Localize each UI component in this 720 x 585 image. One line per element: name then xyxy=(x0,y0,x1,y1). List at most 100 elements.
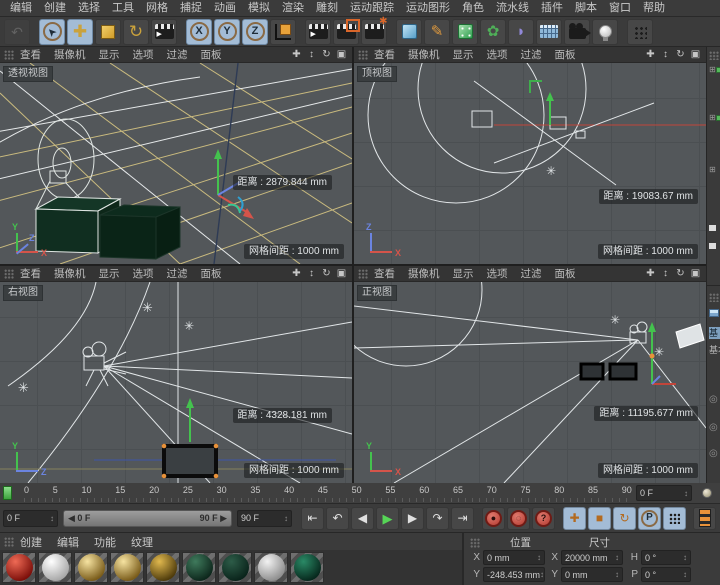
render-view-button[interactable] xyxy=(305,19,331,45)
menu-item[interactable]: 运动图形 xyxy=(400,0,456,16)
panel-handle-icon[interactable] xyxy=(709,51,719,60)
menu-item[interactable]: 角色 xyxy=(456,0,490,16)
material-menu-item[interactable]: 功能 xyxy=(94,534,116,550)
material-menu-item[interactable]: 编辑 xyxy=(57,534,79,550)
record-rotation-toggle[interactable]: ↻ xyxy=(613,507,636,530)
viewport-canvas-front[interactable]: ✳ ✳ 正视图 距离 : 11195.677 mm 网格间距 : 1000 mm… xyxy=(354,282,706,483)
attribute-tab-basic-secondary[interactable]: 基本 xyxy=(709,345,720,355)
stepper-icon[interactable]: ↕ xyxy=(540,570,544,579)
radio-icon[interactable]: ◎ xyxy=(709,395,718,405)
coordinate-size-field[interactable]: 0 mm↕ xyxy=(561,567,623,582)
toggle-view-icon[interactable]: ▣ xyxy=(689,267,702,281)
move-tool-button[interactable]: ✚ xyxy=(67,19,93,45)
timeline-knob-icon[interactable] xyxy=(702,488,712,498)
stepper-icon[interactable]: ↕ xyxy=(684,489,688,498)
radio-icon[interactable]: ◎ xyxy=(709,423,718,433)
material-gold[interactable] xyxy=(146,552,180,583)
menu-item[interactable]: 流水线 xyxy=(490,0,535,16)
material-white[interactable] xyxy=(38,552,72,583)
viewport-menu-item[interactable]: 摄像机 xyxy=(408,47,440,62)
next-key-button[interactable]: ↷ xyxy=(426,507,449,530)
record-options-button[interactable]: ? xyxy=(532,507,555,530)
menu-item[interactable]: 插件 xyxy=(535,0,569,16)
viewport-menu-item[interactable]: 面板 xyxy=(555,47,576,62)
stepper-icon[interactable]: ↕ xyxy=(683,553,687,562)
viewport-menu-item[interactable]: 面板 xyxy=(201,266,222,281)
viewport-menu-item[interactable]: 过滤 xyxy=(521,47,542,62)
pan-view-icon[interactable]: ✚ xyxy=(644,267,657,281)
toggle-view-icon[interactable]: ▣ xyxy=(335,267,348,281)
render-picture-viewer-button[interactable] xyxy=(333,19,359,45)
viewport-canvas-top[interactable]: ✳ 顶视图 距离 : 19083.67 mm 网格间距 : 1000 mm ZX xyxy=(354,63,706,264)
panel-handle-icon[interactable] xyxy=(4,269,14,279)
viewport-canvas-right[interactable]: ✳ ✳ ✳ 右视图 距离 : 4328.181 mm 网格间距 : 1000 m… xyxy=(0,282,352,483)
viewport-menu-item[interactable]: 摄像机 xyxy=(54,266,86,281)
previous-frame-button[interactable]: ◀ xyxy=(351,507,374,530)
material-menu-item[interactable]: 创建 xyxy=(20,534,42,550)
next-frame-button[interactable]: ▶ xyxy=(401,507,424,530)
stepper-icon[interactable]: ↕ xyxy=(537,553,541,562)
menu-item[interactable]: 选择 xyxy=(72,0,106,16)
rotate-view-icon[interactable]: ↻ xyxy=(674,267,687,281)
play-button[interactable]: ▶ xyxy=(376,507,399,530)
menu-item[interactable]: 创建 xyxy=(38,0,72,16)
material-silver[interactable] xyxy=(254,552,288,583)
coordinate-size-field[interactable]: 20000 mm↕ xyxy=(561,550,623,565)
primitive-cube-button[interactable] xyxy=(396,19,422,45)
menu-item[interactable]: 渲染 xyxy=(276,0,310,16)
menu-item[interactable]: 捕捉 xyxy=(174,0,208,16)
pan-view-icon[interactable]: ✚ xyxy=(290,267,303,281)
viewport-menu-item[interactable]: 选项 xyxy=(487,266,508,281)
menu-item[interactable]: 动画 xyxy=(208,0,242,16)
range-right-arrow-icon[interactable]: ▶ xyxy=(218,513,227,523)
viewport-menu-item[interactable]: 摄像机 xyxy=(54,47,86,62)
coordinate-pos-field[interactable]: -248.453 mm↕ xyxy=(483,567,545,582)
menu-item[interactable]: 窗口 xyxy=(603,0,637,16)
layout-palette-button[interactable] xyxy=(627,19,653,45)
go-to-start-button[interactable]: ⇤ xyxy=(301,507,324,530)
zoom-view-icon[interactable]: ↕ xyxy=(305,48,318,62)
viewport-menu-item[interactable]: 摄像机 xyxy=(408,266,440,281)
pan-view-icon[interactable]: ✚ xyxy=(290,48,303,62)
record-parameter-toggle[interactable]: P xyxy=(638,507,661,530)
material-teal-green[interactable] xyxy=(290,552,324,583)
menu-item[interactable]: 运动跟踪 xyxy=(344,0,400,16)
previous-key-button[interactable]: ↶ xyxy=(326,507,349,530)
coordinate-rot-field[interactable]: 0 °↕ xyxy=(641,550,691,565)
spline-pen-button[interactable]: ✎ xyxy=(424,19,450,45)
go-to-end-button[interactable]: ⇥ xyxy=(451,507,474,530)
rotate-view-icon[interactable]: ↻ xyxy=(674,48,687,62)
menu-item[interactable]: 网格 xyxy=(140,0,174,16)
viewport-menu-item[interactable]: 显示 xyxy=(453,266,474,281)
material-menu-item[interactable]: 纹理 xyxy=(131,534,153,550)
panel-handle-icon[interactable] xyxy=(470,538,480,548)
timeline-ruler[interactable]: 051015202530354045505560657075808590 0 F… xyxy=(0,483,720,504)
viewport-menu-item[interactable]: 查看 xyxy=(20,266,41,281)
viewport-menu-item[interactable]: 过滤 xyxy=(167,266,188,281)
record-scale-toggle[interactable]: ■ xyxy=(588,507,611,530)
material-green-speckled[interactable] xyxy=(182,552,216,583)
viewport-menu-item[interactable]: 选项 xyxy=(487,47,508,62)
menu-item[interactable]: 编辑 xyxy=(4,0,38,16)
material-gold-reflective-1[interactable] xyxy=(74,552,108,583)
viewport-menu-item[interactable]: 查看 xyxy=(374,266,395,281)
menu-item[interactable]: 脚本 xyxy=(569,0,603,16)
menu-item[interactable]: 帮助 xyxy=(637,0,671,16)
panel-handle-icon[interactable] xyxy=(4,537,14,547)
attribute-tab-basic[interactable]: 基本 xyxy=(709,327,720,339)
subdivision-surface-button[interactable] xyxy=(452,19,478,45)
stepper-icon[interactable]: ↕ xyxy=(683,570,687,579)
viewport-menu-item[interactable]: 过滤 xyxy=(167,47,188,62)
viewport-menu-item[interactable]: 查看 xyxy=(20,47,41,62)
range-left-arrow-icon[interactable]: ◀ xyxy=(68,513,77,523)
environment-button[interactable] xyxy=(536,19,562,45)
frame-range-slider[interactable]: ◀ 0 F 90 F ▶ xyxy=(63,510,232,527)
end-frame-field[interactable]: 90 F ↕ xyxy=(237,510,292,527)
current-frame-field[interactable]: 0 F ↕ xyxy=(636,485,692,501)
menu-item[interactable]: 工具 xyxy=(106,0,140,16)
render-settings-button[interactable] xyxy=(361,19,387,45)
viewport-menu-item[interactable]: 面板 xyxy=(201,47,222,62)
viewport-menu-item[interactable]: 面板 xyxy=(555,266,576,281)
material-gold-reflective-2[interactable] xyxy=(110,552,144,583)
rotate-tool-button[interactable]: ↻ xyxy=(123,19,149,45)
